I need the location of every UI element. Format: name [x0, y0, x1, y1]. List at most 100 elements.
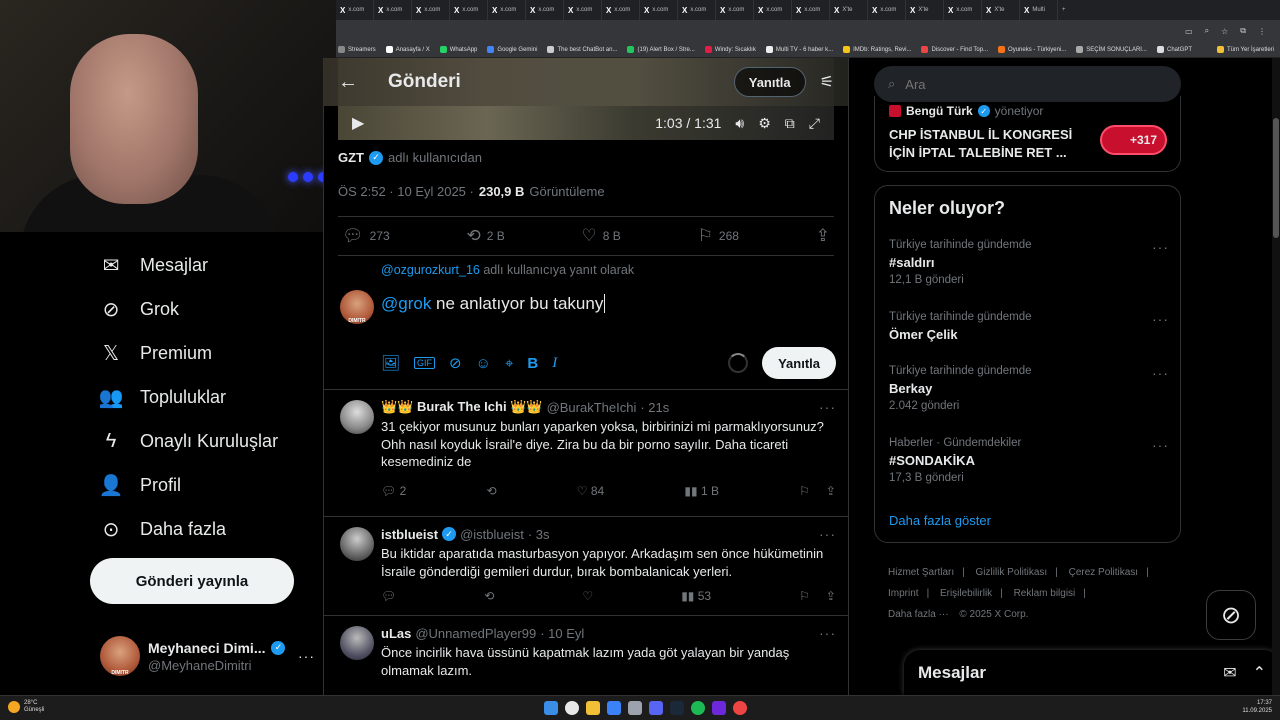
- compose-reply-button[interactable]: Yanıtla: [762, 347, 836, 379]
- tweet-time[interactable]: · 3s: [528, 527, 550, 542]
- steam-icon[interactable]: [670, 701, 684, 715]
- tweet-author[interactable]: istblueist: [381, 527, 438, 542]
- account-switcher[interactable]: DIMITR Meyhaneci Dimi... ✓ @MeyhaneDimit…: [100, 636, 315, 676]
- reply-action[interactable]: 💬︎ 2: [381, 484, 406, 498]
- location-icon[interactable]: ⌖: [505, 355, 513, 372]
- more-dots-icon[interactable]: ···: [1152, 239, 1169, 255]
- discord-icon[interactable]: [649, 701, 663, 715]
- tweet-author[interactable]: uLas: [381, 626, 411, 641]
- trend-item[interactable]: Türkiye tarihinde gündemde Berkay 2.042 …: [889, 365, 1169, 412]
- post-time[interactable]: ÖS 2:52 · 10 Eyl 2025 ·: [338, 184, 474, 199]
- scrollbar[interactable]: [1272, 58, 1280, 695]
- avatar[interactable]: [340, 626, 374, 660]
- more-dots-icon[interactable]: ···: [1152, 311, 1169, 327]
- app-icon[interactable]: [733, 701, 747, 715]
- windows-start-icon[interactable]: [544, 701, 558, 715]
- nav-item-grok[interactable]: ⊘ Grok: [100, 294, 179, 324]
- reply-tweet[interactable]: istblueist ✓ @istblueist · 3s ··· Bu ikt…: [324, 516, 848, 614]
- reply-action[interactable]: 💬︎: [381, 589, 396, 603]
- fullscreen-icon[interactable]: ⤢: [809, 115, 820, 132]
- bookmark-item[interactable]: Windy: Sıcaklık: [704, 46, 756, 53]
- media-icon[interactable]: 🖼︎: [381, 354, 400, 372]
- volume-icon[interactable]: 🔊︎: [735, 115, 744, 132]
- footer-link[interactable]: Daha fazla ···: [888, 609, 949, 620]
- share-action[interactable]: ⇪: [816, 226, 830, 246]
- app-icon[interactable]: [712, 701, 726, 715]
- browser-tab[interactable]: Xx.com: [564, 0, 602, 20]
- scrollbar-thumb[interactable]: [1273, 118, 1279, 238]
- header-reply-button[interactable]: Yanıtla: [733, 67, 806, 97]
- bookmark-item[interactable]: Google Gemini: [487, 46, 537, 53]
- nav-item-mesajlar[interactable]: ✉ Mesajlar: [100, 250, 208, 280]
- more-dots-icon[interactable]: ···: [1152, 437, 1169, 453]
- expand-icon[interactable]: ⌃: [1253, 663, 1266, 683]
- repost-action[interactable]: ⟲: [486, 484, 496, 498]
- emoji-icon[interactable]: ☺: [476, 355, 491, 372]
- browser-tab[interactable]: Xx.com: [868, 0, 906, 20]
- zoom-icon[interactable]: ⌕: [1205, 26, 1209, 36]
- tweet-handle[interactable]: @UnnamedPlayer99: [415, 626, 536, 641]
- footer-link[interactable]: Hizmet Şartları: [888, 567, 954, 578]
- bookmark-item[interactable]: Anasayfa / X: [385, 46, 430, 53]
- reply-tweet[interactable]: 👑👑 Burak The Ichi 👑👑 @BurakTheIchi · 21s…: [324, 389, 848, 501]
- bookmark-item[interactable]: Streamers: [338, 46, 376, 53]
- tweet-handle[interactable]: @istblueist: [460, 527, 524, 542]
- more-dots-icon[interactable]: ···: [298, 648, 315, 664]
- compose-textarea[interactable]: @grok ne anlatıyor bu takuny: [381, 294, 801, 314]
- more-dots-icon[interactable]: ···: [1152, 365, 1169, 381]
- browser-tab[interactable]: Xx.com: [716, 0, 754, 20]
- system-tray-clock[interactable]: 17:37 11.09.2025: [1242, 699, 1272, 715]
- grok-button[interactable]: ⊘: [1206, 590, 1256, 640]
- browser-tab[interactable]: Xx.com: [640, 0, 678, 20]
- avatar[interactable]: [340, 400, 374, 434]
- bookmark-item[interactable]: WhatsApp: [439, 46, 477, 53]
- browser-tab[interactable]: Xx.com: [374, 0, 412, 20]
- chrome-icon[interactable]: [565, 701, 579, 715]
- browser-tab[interactable]: Xx.com: [792, 0, 830, 20]
- reply-action[interactable]: 💬︎ 273: [342, 226, 390, 246]
- post-author[interactable]: GZT: [338, 150, 364, 165]
- like-action[interactable]: ♡ 84: [577, 484, 604, 498]
- picture-in-picture-icon[interactable]: ⧉: [785, 115, 795, 132]
- repost-action[interactable]: ⟲: [484, 589, 494, 603]
- tweet-author[interactable]: 👑👑 Burak The Ichi 👑👑: [381, 399, 543, 415]
- post-button[interactable]: Gönderi yayınla: [90, 558, 294, 604]
- app-icon[interactable]: [607, 701, 621, 715]
- settings-gear-icon[interactable]: ⚙: [758, 115, 771, 132]
- nav-item-daha-fazla[interactable]: ⊙ Daha fazla: [100, 514, 226, 544]
- browser-tab[interactable]: Xx.com: [336, 0, 374, 20]
- avatar[interactable]: [340, 527, 374, 561]
- browser-tab[interactable]: Xx.com: [602, 0, 640, 20]
- weather-widget[interactable]: 28°C Güneşli: [8, 700, 44, 714]
- browser-tab[interactable]: Xx.com: [944, 0, 982, 20]
- footer-link[interactable]: Erişilebilirlik: [940, 588, 992, 599]
- browser-tab[interactable]: X X'te: [830, 0, 868, 20]
- grok-icon[interactable]: ⊘: [449, 354, 462, 372]
- views-action[interactable]: ▮▮ 1 B: [684, 484, 719, 498]
- bookmark-item[interactable]: Discover - Find Top...: [921, 46, 988, 53]
- browser-tab[interactable]: Xx.com: [450, 0, 488, 20]
- bookmark-item[interactable]: (19) Alert Box / Stre...: [627, 46, 695, 53]
- messages-drawer[interactable]: Mesajlar ✉ ⌃: [904, 650, 1280, 695]
- bookmark-item[interactable]: The best ChatBot an...: [547, 46, 617, 53]
- browser-tab[interactable]: Xx.com: [678, 0, 716, 20]
- reply-tweet[interactable]: uLas @UnnamedPlayer99 · 10 Eyl ··· Önce …: [324, 615, 848, 695]
- share-icon[interactable]: ⇪: [826, 484, 836, 498]
- trend-item[interactable]: Türkiye tarihinde gündemde Ömer Çelik ··…: [889, 311, 1169, 346]
- gif-icon[interactable]: GIF: [414, 357, 436, 369]
- tweet-handle[interactable]: @BurakTheIchi: [547, 400, 637, 415]
- more-dots-icon[interactable]: ···: [819, 625, 836, 641]
- browser-tab[interactable]: Xx.com: [412, 0, 450, 20]
- extensions-icon[interactable]: ⧉: [1240, 26, 1246, 36]
- nav-item-onaylı-kuruluşlar[interactable]: ϟ Onaylı Kuruluşlar: [100, 426, 278, 456]
- all-bookmarks[interactable]: Tüm Yer İşaretleri: [1216, 46, 1280, 53]
- nav-item-profil[interactable]: 👤 Profil: [99, 470, 181, 500]
- spotify-icon[interactable]: [691, 701, 705, 715]
- back-arrow-icon[interactable]: ←: [338, 71, 368, 94]
- promoted-trend-card[interactable]: Bengü Türk ✓ yönetiyor CHP İSTANBUL İL K…: [874, 96, 1181, 172]
- nav-item-premium[interactable]: 𝕏 Premium: [100, 338, 212, 368]
- bookmark-item[interactable]: Oyuneks - Türkiyeni...: [998, 46, 1066, 53]
- footer-link[interactable]: Çerez Politikası: [1069, 567, 1138, 578]
- like-action[interactable]: ♡: [582, 589, 593, 603]
- nav-item-topluluklar[interactable]: 👥 Topluluklar: [99, 382, 227, 412]
